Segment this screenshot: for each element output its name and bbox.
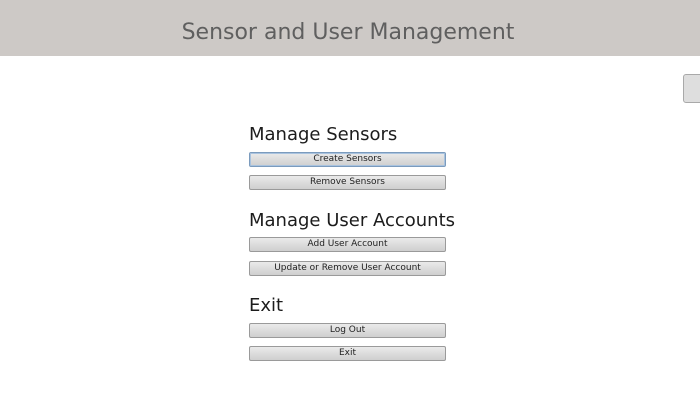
section-heading-manage-sensors: Manage Sensors xyxy=(249,124,398,145)
log-out-button[interactable]: Log Out xyxy=(249,323,446,338)
page-title: Sensor and User Management xyxy=(181,20,515,45)
header-bar: Sensor and User Management xyxy=(0,0,700,56)
page: Sensor and User Management Manage Sensor… xyxy=(0,0,700,400)
remove-sensors-button[interactable]: Remove Sensors xyxy=(249,175,446,190)
exit-button[interactable]: Exit xyxy=(249,346,446,361)
section-heading-manage-user-accounts: Manage User Accounts xyxy=(249,210,456,231)
add-user-account-button[interactable]: Add User Account xyxy=(249,237,446,252)
side-panel-tab[interactable] xyxy=(683,74,700,103)
section-heading-exit: Exit xyxy=(249,295,284,316)
create-sensors-button[interactable]: Create Sensors xyxy=(249,152,446,167)
update-or-remove-user-account-button[interactable]: Update or Remove User Account xyxy=(249,261,446,276)
